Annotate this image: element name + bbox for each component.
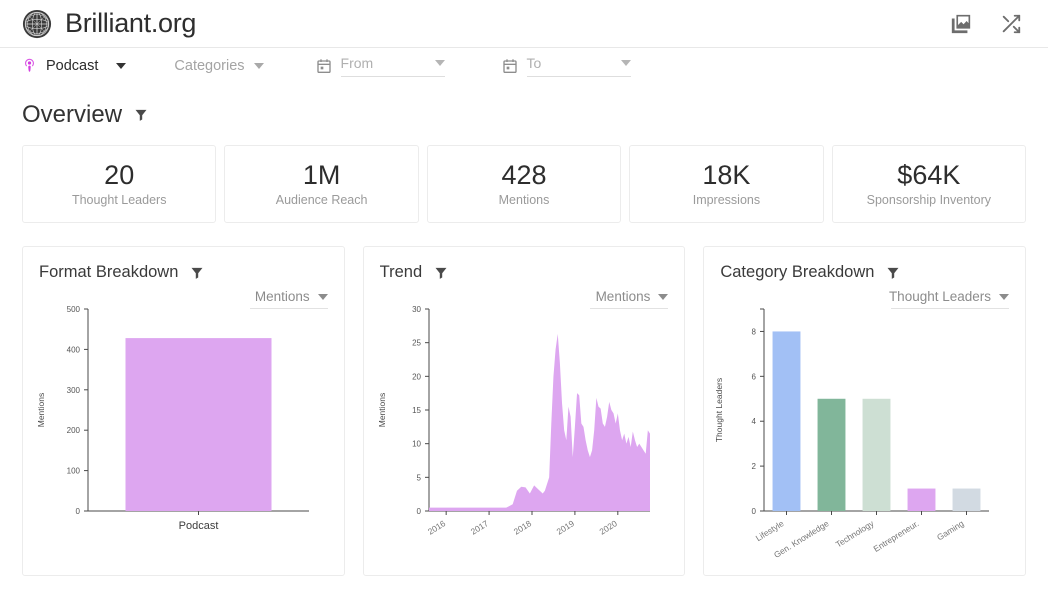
- svg-text:300: 300: [67, 386, 81, 395]
- brand-title: Brilliant.org: [65, 8, 197, 38]
- header-actions: [950, 13, 1030, 35]
- panel-header: Category Breakdown: [720, 263, 1011, 282]
- globe-sphere-icon: [22, 9, 52, 38]
- kpi-label: Thought Leaders: [71, 192, 167, 207]
- filter-bar: Podcast Categories From To: [0, 48, 1048, 83]
- svg-text:Lifestyle: Lifestyle: [754, 518, 786, 543]
- svg-text:2018: 2018: [511, 518, 533, 537]
- funnel-icon[interactable]: [135, 109, 147, 121]
- svg-text:Technology: Technology: [834, 518, 876, 550]
- kpi-card[interactable]: $64K Sponsorship Inventory: [831, 145, 1027, 223]
- kpi-value: 1M: [302, 160, 341, 191]
- svg-text:2020: 2020: [597, 518, 619, 537]
- media-type-label: Podcast: [46, 57, 99, 74]
- svg-text:Mentions: Mentions: [36, 393, 46, 428]
- svg-text:2016: 2016: [426, 518, 448, 537]
- svg-text:100: 100: [67, 467, 81, 476]
- media-gallery-icon[interactable]: [950, 13, 972, 35]
- categories-label: Categories: [174, 57, 245, 74]
- media-type-filter[interactable]: Podcast: [22, 51, 127, 81]
- panel-format-breakdown: Format Breakdown Mentions 0 100 200 300 400 5…: [22, 246, 345, 576]
- date-to-placeholder: To: [526, 54, 542, 71]
- chevron-down-icon[interactable]: [434, 59, 445, 66]
- brand-logo-group[interactable]: Brilliant.org: [22, 9, 196, 39]
- funnel-icon[interactable]: [887, 267, 899, 279]
- trend-svg: 0 5 10 15 20 25 30 Mentions 2016 2017 2018 2019 2020: [377, 305, 650, 537]
- svg-text:6: 6: [752, 372, 757, 381]
- calendar-icon: [502, 58, 517, 73]
- kpi-value: 428: [501, 160, 547, 191]
- svg-text:2017: 2017: [468, 518, 490, 537]
- svg-text:5: 5: [416, 473, 421, 482]
- trend-chart: 0 5 10 15 20 25 30 Mentions 2016 2017 2018 2019 2020: [364, 299, 685, 575]
- categories-filter[interactable]: Categories: [174, 51, 264, 81]
- svg-text:30: 30: [412, 305, 421, 314]
- svg-text:Entrepreneur.: Entrepreneur.: [872, 518, 921, 554]
- panel-header: Trend: [380, 263, 671, 282]
- svg-text:0: 0: [76, 507, 81, 516]
- svg-text:8: 8: [752, 327, 757, 336]
- svg-text:0: 0: [416, 507, 421, 516]
- page-title: Overview: [22, 101, 123, 128]
- svg-text:20: 20: [412, 372, 421, 381]
- kpi-card[interactable]: 18K Impressions: [629, 145, 824, 223]
- date-to-input[interactable]: To: [526, 54, 631, 77]
- funnel-icon[interactable]: [191, 267, 203, 279]
- date-from-placeholder: From: [340, 54, 374, 71]
- chevron-down-icon[interactable]: [253, 62, 264, 69]
- date-from-filter[interactable]: From: [316, 51, 445, 81]
- format-breakdown-chart: 0 100 200 300 400 500 Mentions Podcast: [23, 299, 344, 575]
- format-breakdown-svg: 0 100 200 300 400 500 Mentions Podcast: [36, 305, 309, 532]
- svg-text:Thought Leaders: Thought Leaders: [714, 378, 724, 442]
- kpi-card[interactable]: 20 Thought Leaders: [22, 145, 217, 223]
- calendar-icon: [316, 58, 331, 73]
- kpi-value: $64K: [897, 160, 961, 191]
- category-breakdown-svg: 02468Thought LeadersLifestyleGen. Knowle…: [714, 308, 990, 560]
- kpi-label: Sponsorship Inventory: [866, 192, 992, 207]
- kpi-cards: 20 Thought Leaders 1M Audience Reach 428…: [0, 129, 1048, 223]
- svg-text:10: 10: [412, 440, 421, 449]
- panel-title: Format Breakdown: [39, 263, 179, 281]
- kpi-label: Audience Reach: [275, 192, 368, 207]
- chevron-down-icon[interactable]: [116, 62, 127, 69]
- svg-text:4: 4: [752, 417, 757, 426]
- shuffle-icon[interactable]: [1000, 13, 1022, 35]
- svg-text:2019: 2019: [554, 518, 576, 537]
- panel-title: Trend: [379, 263, 423, 281]
- panel-title: Category Breakdown: [720, 263, 875, 281]
- kpi-value: 20: [104, 160, 135, 191]
- kpi-label: Impressions: [692, 192, 761, 207]
- kpi-card[interactable]: 1M Audience Reach: [224, 145, 419, 223]
- app-header: Brilliant.org: [0, 0, 1048, 48]
- svg-text:200: 200: [67, 426, 81, 435]
- category-breakdown-chart: 0 2 4 6 8 Thought Leaders Lifestyle Gen. Knowle…: [704, 299, 1025, 575]
- podcast-icon: [25, 58, 35, 72]
- kpi-label: Mentions: [498, 192, 550, 207]
- panel-header: Format Breakdown: [39, 263, 330, 282]
- svg-text:0: 0: [752, 507, 757, 516]
- svg-text:2: 2: [752, 462, 757, 471]
- svg-text:Podcast: Podcast: [179, 520, 219, 532]
- funnel-icon[interactable]: [435, 267, 447, 279]
- kpi-value: 18K: [702, 160, 751, 191]
- svg-text:25: 25: [412, 339, 421, 348]
- panel-category-breakdown: Category Breakdown Thought Leaders 0 2 4 6 8…: [703, 246, 1027, 576]
- svg-text:500: 500: [67, 305, 81, 314]
- svg-text:Mentions: Mentions: [377, 393, 387, 428]
- date-from-input[interactable]: From: [340, 54, 445, 77]
- kpi-card[interactable]: 428 Mentions: [426, 145, 622, 223]
- svg-text:400: 400: [67, 345, 81, 354]
- overview-header: Overview: [0, 83, 1048, 129]
- svg-text:15: 15: [412, 406, 421, 415]
- date-to-filter[interactable]: To: [502, 51, 631, 81]
- panel-trend: Trend Mentions 0 5 10 15 20 25 30 Mentions 2016 2…: [362, 246, 686, 576]
- chevron-down-icon[interactable]: [620, 59, 631, 66]
- chart-panels: Format Breakdown Mentions 0 100 200 300 400 5…: [0, 223, 1048, 576]
- svg-text:Gaming: Gaming: [935, 518, 966, 542]
